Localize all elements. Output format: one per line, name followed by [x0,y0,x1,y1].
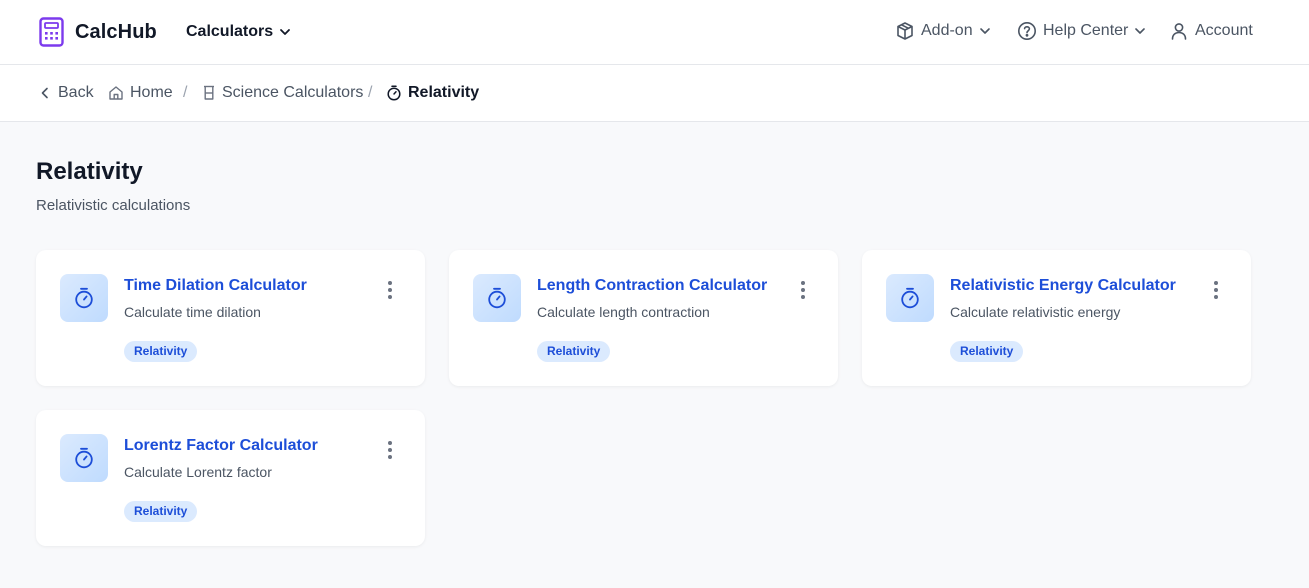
breadcrumb-separator: / [368,84,373,101]
card-description: Calculate relativistic energy [950,304,1121,320]
card-title[interactable]: Time Dilation Calculator [124,277,307,295]
breadcrumb-science[interactable]: Science Calculators [202,84,363,102]
page-title: Relativity [36,158,143,185]
account-label: Account [1195,22,1253,39]
stopwatch-icon [75,287,93,309]
addon-label: Add-on [921,22,973,39]
card-icon-box [886,274,934,322]
chevron-down-icon [280,29,291,35]
category-tag: Relativity [124,501,198,522]
card-title[interactable]: Length Contraction Calculator [537,277,767,295]
user-icon [1171,23,1187,40]
calculators-menu[interactable]: Calculators [186,23,291,41]
category-tag: Relativity [124,341,198,362]
stopwatch-icon [387,85,401,101]
science-label: Science Calculators [222,84,364,101]
back-link[interactable]: Back [38,84,94,102]
beaker-icon [204,85,214,100]
package-icon [897,22,913,40]
page-subtitle: Relativistic calculations [36,197,191,214]
card-icon-box [60,434,108,482]
back-label: Back [58,84,94,101]
card-title[interactable]: Lorentz Factor Calculator [124,437,318,455]
chevron-down-icon [979,28,990,34]
brand-name[interactable]: CalcHub [75,21,157,44]
help-center-label: Help Center [1043,22,1129,39]
breadcrumb: Back Home / Science Calculators / Relati… [0,65,1309,122]
breadcrumb-current: Relativity [386,84,479,102]
card-description: Calculate length contraction [537,304,710,320]
calculator-logo-icon[interactable] [39,17,64,47]
category-tag: Relativity [537,341,611,362]
card-title[interactable]: Relativistic Energy Calculator [950,277,1176,295]
calculator-card[interactable]: Lorentz Factor Calculator Calculate Lore… [36,410,425,546]
calculators-menu-label: Calculators [186,23,274,40]
help-center-menu[interactable]: Help Center [1017,21,1146,41]
chevron-left-icon [41,87,48,99]
account-menu[interactable]: Account [1169,21,1253,41]
more-options-icon[interactable] [387,281,393,299]
top-navbar: CalcHub Calculators Add-on Help Center A… [0,0,1309,65]
chevron-down-icon [1135,28,1146,34]
calculator-card[interactable]: Length Contraction Calculator Calculate … [449,250,838,386]
help-circle-icon [1018,22,1036,40]
home-label: Home [130,84,173,101]
current-label: Relativity [408,84,480,101]
stopwatch-icon [488,287,506,309]
breadcrumb-home[interactable]: Home [108,84,173,102]
card-icon-box [60,274,108,322]
breadcrumb-separator: / [183,84,188,101]
card-description: Calculate Lorentz factor [124,464,272,480]
more-options-icon[interactable] [387,441,393,459]
calculator-card[interactable]: Relativistic Energy Calculator Calculate… [862,250,1251,386]
category-tag: Relativity [950,341,1024,362]
addon-menu[interactable]: Add-on [895,21,991,41]
more-options-icon[interactable] [800,281,806,299]
more-options-icon[interactable] [1213,281,1219,299]
stopwatch-icon [901,287,919,309]
home-icon [109,86,123,100]
card-icon-box [473,274,521,322]
card-description: Calculate time dilation [124,304,261,320]
stopwatch-icon [75,447,93,469]
calculator-card[interactable]: Time Dilation Calculator Calculate time … [36,250,425,386]
